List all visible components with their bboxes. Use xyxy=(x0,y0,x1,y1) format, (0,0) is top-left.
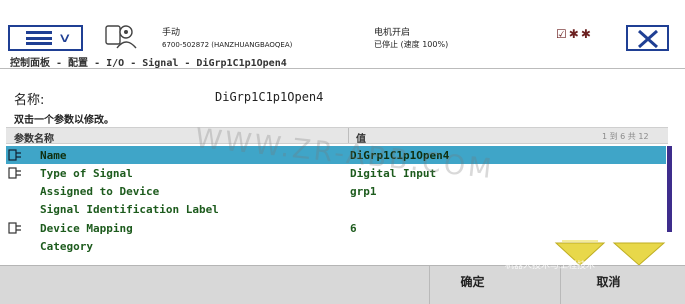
cancel-button[interactable]: 取消 xyxy=(566,266,651,296)
param-value: DiGrp1C1p1Open4 xyxy=(350,149,450,162)
scroll-down-icon[interactable] xyxy=(612,242,666,266)
divider xyxy=(0,68,685,69)
chevron-down-icon: ∨ xyxy=(57,30,72,46)
name-label: 名称: xyxy=(14,93,45,108)
param-icon xyxy=(8,167,21,179)
param-icon xyxy=(8,149,21,161)
table-row[interactable]: Device Mapping 6 xyxy=(6,219,666,237)
vertical-scrollbar[interactable] xyxy=(667,146,672,232)
run-status: 已停止 (速度 100%) xyxy=(374,40,449,49)
column-header-value: 值 xyxy=(356,134,366,145)
main-menu-button[interactable]: ∨ xyxy=(8,25,83,51)
menu-icon xyxy=(26,31,52,45)
mode-label: 手动 xyxy=(162,28,181,38)
param-value: Digital Input xyxy=(350,167,437,180)
table-row[interactable]: Name DiGrp1C1p1Open4 xyxy=(6,146,666,164)
row-count: 1 到 6 共 12 xyxy=(602,132,649,141)
param-icon xyxy=(8,222,21,234)
param-name: Signal Identification Label xyxy=(40,203,219,216)
name-value: DiGrp1C1p1Open4 xyxy=(215,90,324,104)
param-value: grp1 xyxy=(350,185,377,198)
close-button[interactable] xyxy=(626,25,669,51)
param-name: Type of Signal xyxy=(40,167,133,180)
top-bar: ∨ 手动 6700-502872 (HANZHUANGBAOQEA) 电机开启 … xyxy=(0,0,685,52)
table-row[interactable]: Type of Signal Digital Input xyxy=(6,164,666,182)
edit-hint: 双击一个参数以修改。 xyxy=(14,115,114,126)
param-name: Assigned to Device xyxy=(40,185,160,198)
operator-icon[interactable] xyxy=(105,23,141,49)
motor-status: 电机开启 xyxy=(374,28,411,38)
column-divider xyxy=(348,128,349,143)
close-icon xyxy=(638,29,658,49)
column-header-param: 参数名称 xyxy=(14,134,54,145)
table-row[interactable]: Assigned to Device grp1 xyxy=(6,182,666,200)
table-header: 参数名称 值 1 到 6 共 12 xyxy=(6,127,668,145)
ok-button[interactable]: 确定 xyxy=(430,266,515,296)
divider xyxy=(560,266,561,304)
table-row[interactable]: Signal Identification Label xyxy=(6,200,666,218)
page-down-icon[interactable] xyxy=(554,240,606,266)
status-icons[interactable]: ☑✱✱ xyxy=(556,27,593,41)
breadcrumb: 控制面板 - 配置 - I/O - Signal - DiGrp1C1p1Ope… xyxy=(10,58,287,69)
param-name: Name xyxy=(40,149,67,162)
param-name: Category xyxy=(40,240,93,253)
param-value: 6 xyxy=(350,222,357,235)
param-name: Device Mapping xyxy=(40,222,133,235)
system-name: 6700-502872 (HANZHUANGBAOQEA) xyxy=(162,41,293,49)
